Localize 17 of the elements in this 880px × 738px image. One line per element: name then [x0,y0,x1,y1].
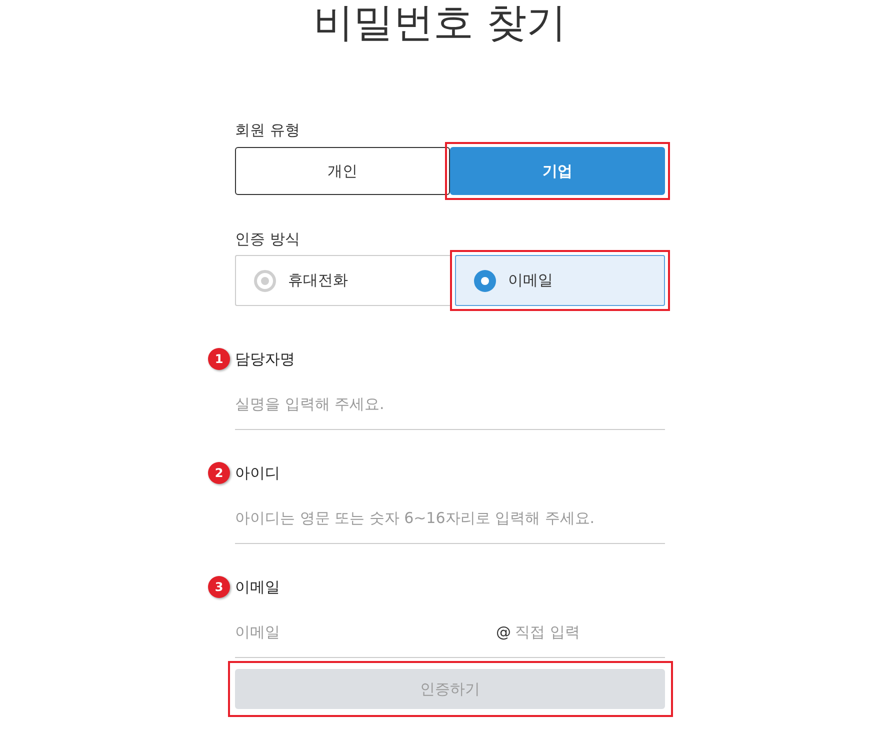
auth-method-option[interactable]: 휴대전화 [235,255,452,306]
field-label: 담당자명 [235,349,295,369]
at-sign: @ [496,622,511,640]
page-title: 비밀번호 찾기 [314,0,566,46]
auth-method-option[interactable]: 이메일 [455,255,665,306]
step-badge: 3 [208,576,230,598]
section-label: 회원 유형 [235,120,300,140]
member-type-button[interactable]: 개인 [235,147,450,195]
text-input[interactable]: 실명을 입력해 주세요. [235,378,665,430]
section-label: 인증 방식 [235,229,300,249]
email-input[interactable]: 이메일 [235,616,490,646]
field-label: 이메일 [235,577,280,597]
step-badge: 2 [208,462,230,484]
text-input[interactable]: 아이디는 영문 또는 숫자 6~16자리로 입력해 주세요. [235,492,665,544]
domain-input[interactable]: 직접 입력 [515,616,665,646]
step-badge: 1 [208,348,230,370]
field-label: 아이디 [235,463,280,483]
